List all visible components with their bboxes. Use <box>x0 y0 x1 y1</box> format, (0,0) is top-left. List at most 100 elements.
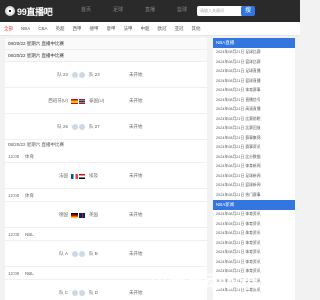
match-row[interactable]: 队 23 队 24 未开始 <box>5 62 207 88</box>
sidebar-link[interactable]: 2024年08月21日 赛事集锦 <box>213 134 295 144</box>
subnav-item[interactable]: 法甲 <box>124 26 133 32</box>
home-team: 队 23 <box>57 72 68 77</box>
league-name: 体育 <box>25 154 34 159</box>
sidebar-link[interactable]: 2024年08月21日 体育资讯 <box>213 229 295 239</box>
sidebar-link[interactable]: 2024年08月21日 比赛前瞻 <box>213 115 295 125</box>
team-icon <box>78 124 85 130</box>
sidebar-link[interactable]: 2024年08月21日 直播信号 <box>213 96 295 106</box>
league-row: 12:00 体育 <box>5 189 207 202</box>
match-status: 未开始 <box>129 98 143 103</box>
sub-nav: 全部 NBA CBA 英超 西甲 德甲 意甲 法甲 中超 欧冠 亚冠 其他 <box>0 22 300 36</box>
sidebar-link[interactable]: 2024年08月21日 足球比赛 <box>213 48 295 58</box>
sidebar-link[interactable]: 2024年08月21日 体育资讯 <box>213 220 295 230</box>
subnav-item[interactable]: 全部 <box>4 26 13 32</box>
home-team: 队 A <box>59 251 68 256</box>
sidebar-link[interactable]: 2024年08月21日 高清直播 <box>213 105 295 115</box>
sidebar-list: 2024年08月21日 足球比赛 2024年08月21日 篮球比赛 2024年0… <box>213 48 295 200</box>
subnav-item[interactable]: NBA <box>21 26 30 31</box>
home-team: 法国 <box>59 173 68 178</box>
nav-item[interactable]: 直播 <box>134 6 166 13</box>
match-time: 12:00 <box>8 232 20 237</box>
match-status: 未开始 <box>129 173 143 178</box>
nav-item[interactable]: 篮球 <box>166 6 198 13</box>
subnav-item[interactable]: 西甲 <box>73 26 82 32</box>
spain-flag-icon <box>71 98 78 104</box>
team-icon <box>71 251 78 257</box>
sidebar-link[interactable]: 2024年08月21日 体育新闻 <box>213 162 295 172</box>
match-time: 12:00 <box>8 193 20 198</box>
logo-text: 99直播吧 <box>17 6 53 17</box>
sidebar-link[interactable]: 2024年08月21日 篮球直播 <box>213 77 295 87</box>
section-header: 08/20/22 星期六 直播中比赛 <box>5 50 207 62</box>
nav-item[interactable]: 足球 <box>102 6 134 13</box>
subnav-item[interactable]: 德甲 <box>90 26 99 32</box>
match-list: 08/20/22 星期六 直播中比赛 08/20/22 星期六 直播中比赛 队 … <box>5 38 207 300</box>
match-status: 未开始 <box>129 212 143 217</box>
vs-icons <box>71 171 85 181</box>
vs-icons <box>71 249 85 259</box>
sidebar-link[interactable]: 2024年08月21日 足球直播 <box>213 67 295 77</box>
match-status: 未开始 <box>129 72 143 77</box>
uk-flag-icon <box>78 212 85 218</box>
vs-icons <box>71 288 85 298</box>
sidebar-link[interactable]: 2024年08月21日 比赛回放 <box>213 124 295 134</box>
team-icon <box>71 290 78 296</box>
match-row[interactable]: 队 A 队 B 未开始 <box>5 241 207 267</box>
subnav-item[interactable]: 其他 <box>192 26 201 32</box>
match-status: 未开始 <box>129 124 143 129</box>
away-team: 队 27 <box>89 124 100 129</box>
subnav-item[interactable]: 欧冠 <box>158 26 167 32</box>
sidebar-link[interactable]: 2024年08月21日 体育资讯 <box>213 248 295 258</box>
site-logo[interactable]: 99直播吧 <box>5 4 53 18</box>
vs-icons <box>71 210 85 220</box>
match-status: 未开始 <box>129 251 143 256</box>
subnav-item[interactable]: 英超 <box>56 26 65 32</box>
home-team: 德国 <box>59 212 68 217</box>
team-icon <box>71 124 78 130</box>
away-team: 泰国(U) <box>89 98 105 103</box>
search-input[interactable]: 请输入关键词 <box>197 6 243 16</box>
vs-icons <box>71 70 85 80</box>
match-row[interactable]: 德国 英国 未开始 <box>5 202 207 228</box>
team-icon <box>71 72 78 78</box>
away-team: 英国 <box>89 212 98 217</box>
site-header: 99直播吧 首页 足球 直播 篮球 新闻 请输入关键词 搜 <box>0 0 300 22</box>
away-team: 队 D <box>89 290 98 295</box>
sidebar-link[interactable]: 2024年08月21日 篮球比赛 <box>213 58 295 68</box>
sidebar-link[interactable]: 2024年08月21日 体育赛事 <box>213 86 295 96</box>
germany-flag-icon <box>71 212 78 218</box>
league-name: NBL <box>25 232 34 237</box>
match-time: 12:00 <box>8 154 20 159</box>
subnav-item[interactable]: 亚冠 <box>175 26 184 32</box>
sidebar-link[interactable]: 2024年08月21日 体育资讯 <box>213 210 295 220</box>
search-button[interactable]: 搜 <box>241 6 255 16</box>
france-flag-icon <box>71 173 78 179</box>
league-name: 体育 <box>25 193 34 198</box>
sidebar-link[interactable]: 2024年08月21日 比分数据 <box>213 153 295 163</box>
home-team: 队 C <box>59 290 68 295</box>
vs-icons <box>71 122 85 132</box>
watermark-text: 免费自动收录 <box>150 272 258 292</box>
sidebar-link[interactable]: 2024年08月21日 足球新闻 <box>213 172 295 182</box>
match-row[interactable]: 西班牙(U) 泰国(U) 未开始 <box>5 88 207 114</box>
match-time: 12:00 <box>8 271 20 276</box>
subnav-item[interactable]: CBA <box>38 26 47 31</box>
match-row[interactable]: 队 26 队 27 未开始 <box>5 114 207 140</box>
team-icon <box>78 290 85 296</box>
sidebar: NBA直播 2024年08月21日 足球比赛 2024年08月21日 篮球比赛 … <box>213 38 295 300</box>
subnav-item[interactable]: 中超 <box>141 26 150 32</box>
sidebar-title: NBA直播 <box>213 38 295 48</box>
match-status: 未开始 <box>129 290 143 295</box>
sidebar-link[interactable]: 2024年08月21日 赛事资讯 <box>213 143 295 153</box>
sidebar-link[interactable]: 2024年08月21日 篮球新闻 <box>213 181 295 191</box>
sidebar-link[interactable]: 2024年08月21日 热门赛事 <box>213 191 295 201</box>
sidebar-link[interactable]: 2024年08月21日 体育资讯 <box>213 239 295 249</box>
subnav-item[interactable]: 意甲 <box>107 26 116 32</box>
team-icon <box>78 72 85 78</box>
nav-item[interactable]: 首页 <box>70 6 102 13</box>
soccer-ball-icon <box>5 6 15 16</box>
date-line: 08/20/22 星期六 直播中比赛 <box>5 140 207 150</box>
match-row[interactable]: 法国 埃及 未开始 <box>5 163 207 189</box>
away-team: 队 24 <box>89 72 100 77</box>
sidebar-link[interactable]: 2024年08月21日 体育资讯 <box>213 258 295 268</box>
